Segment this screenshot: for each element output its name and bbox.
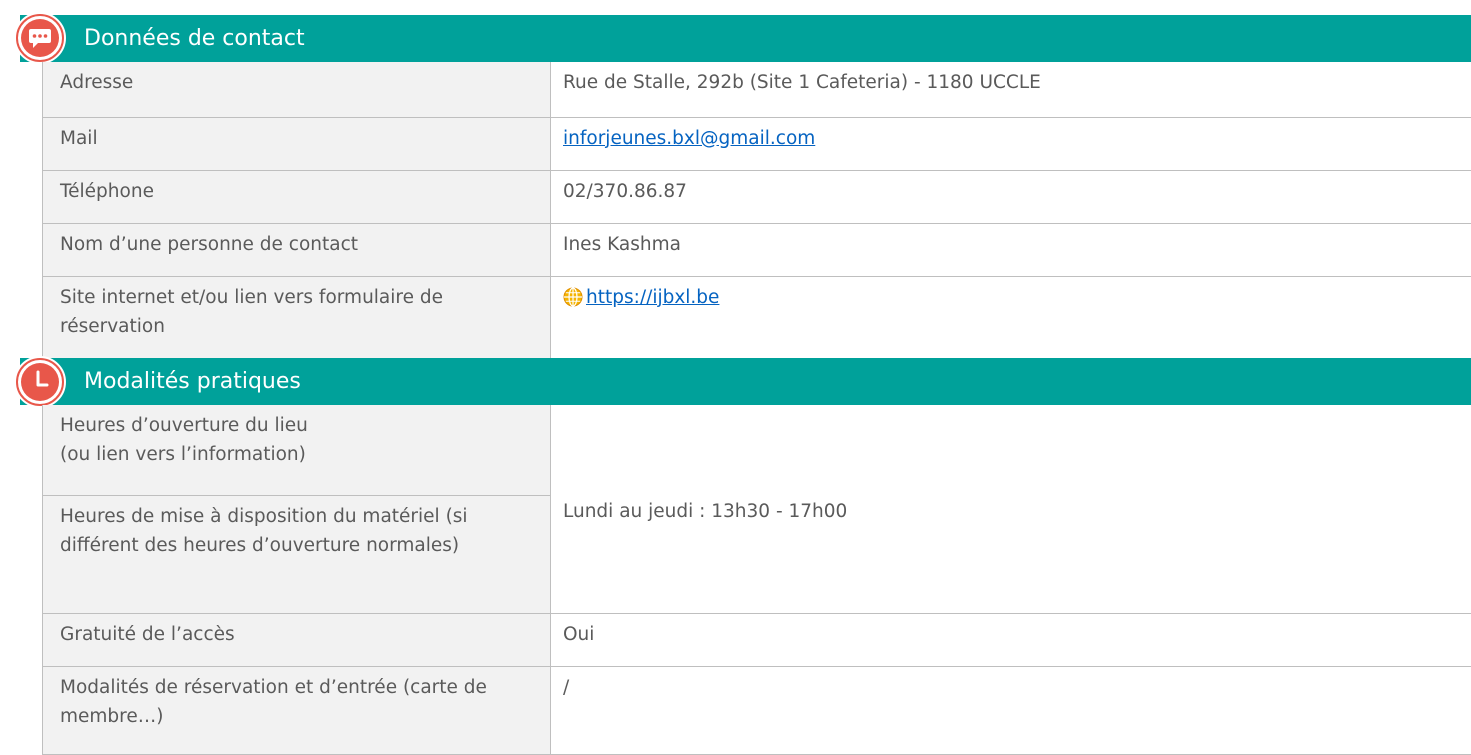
mail-label: Mail xyxy=(43,117,551,170)
table-row: Adresse Rue de Stalle, 292b (Site 1 Cafe… xyxy=(43,62,1471,117)
opening-hours-label-line2: (ou lien vers l’information) xyxy=(60,444,306,465)
contact-section-title: Données de contact xyxy=(84,15,305,62)
table-row: Heures d’ouverture du lieu (ou lien vers… xyxy=(43,405,1471,495)
practical-section-title: Modalités pratiques xyxy=(84,358,301,405)
free-access-label: Gratuité de l’accès xyxy=(43,613,551,666)
contact-table: Adresse Rue de Stalle, 292b (Site 1 Cafe… xyxy=(42,62,1471,360)
phone-label: Téléphone xyxy=(43,170,551,223)
contact-section-header: Données de contact xyxy=(20,15,1471,62)
practical-section-header: Modalités pratiques xyxy=(20,358,1471,405)
clock-icon xyxy=(14,356,66,408)
chat-bubble-icon xyxy=(14,12,66,64)
contact-person-label: Nom d’une personne de contact xyxy=(43,223,551,276)
table-row: Téléphone 02/370.86.87 xyxy=(43,170,1471,223)
mail-value: inforjeunes.bxl@gmail.com xyxy=(551,117,1471,170)
address-value: Rue de Stalle, 292b (Site 1 Cafeteria) -… xyxy=(551,62,1471,117)
equipment-hours-label: Heures de mise à disposition du matériel… xyxy=(43,495,551,613)
table-row: Gratuité de l’accès Oui xyxy=(43,613,1471,666)
document-page: Données de contact Adresse Rue de Stalle… xyxy=(0,0,1471,754)
website-label: Site internet et/ou lien vers formulaire… xyxy=(43,276,551,359)
table-row: Site internet et/ou lien vers formulaire… xyxy=(43,276,1471,359)
website-value: https://ijbxl.be xyxy=(551,276,1471,359)
practical-table: Heures d’ouverture du lieu (ou lien vers… xyxy=(42,405,1471,755)
reservation-label: Modalités de réservation et d’entrée (ca… xyxy=(43,666,551,754)
table-row: Modalités de réservation et d’entrée (ca… xyxy=(43,666,1471,754)
address-label: Adresse xyxy=(43,62,551,117)
email-link[interactable]: inforjeunes.bxl@gmail.com xyxy=(563,128,815,149)
website-link[interactable]: https://ijbxl.be xyxy=(586,287,719,308)
opening-hours-label-line1: Heures d’ouverture du lieu xyxy=(60,415,308,436)
reservation-value: / xyxy=(551,666,1471,754)
hours-value: Lundi au jeudi : 13h30 - 17h00 xyxy=(551,405,1471,613)
free-access-value: Oui xyxy=(551,613,1471,666)
table-row: Mail inforjeunes.bxl@gmail.com xyxy=(43,117,1471,170)
phone-value: 02/370.86.87 xyxy=(551,170,1471,223)
globe-icon xyxy=(563,287,583,316)
contact-person-value: Ines Kashma xyxy=(551,223,1471,276)
opening-hours-label: Heures d’ouverture du lieu (ou lien vers… xyxy=(43,405,551,495)
table-row: Nom d’une personne de contact Ines Kashm… xyxy=(43,223,1471,276)
